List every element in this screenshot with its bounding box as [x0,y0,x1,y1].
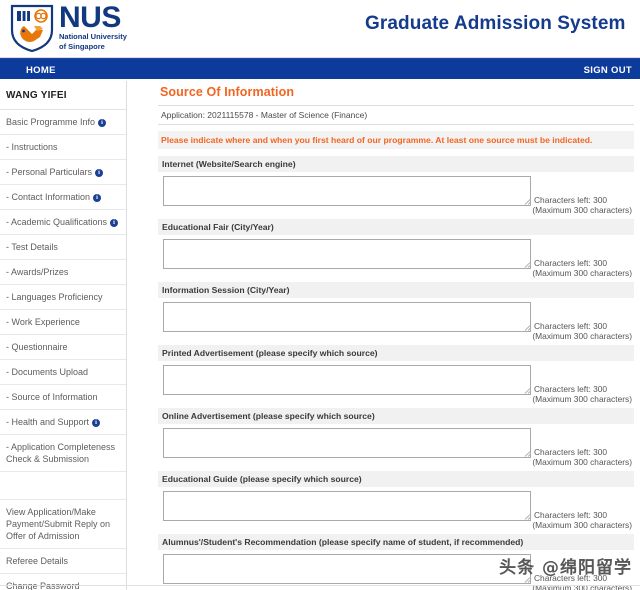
characters-left-label: Characters left: 300 [534,321,608,331]
sidebar-item-contact-information[interactable]: - Contact Information i [0,185,126,210]
sidebar-item-awards-prizes[interactable]: - Awards/Prizes [0,260,126,285]
sidebar-item-label: - Personal Particulars [6,167,93,177]
field-row: Characters left: 300 (Maximum 300 charact… [158,298,634,341]
characters-left-label: Characters left: 300 [534,258,608,268]
sidebar-item-label: - Documents Upload [6,367,89,377]
banner-title: Graduate Admission System [365,13,626,34]
bottom-divider [0,585,640,586]
nus-logo[interactable]: NUS National University of Singapore [10,0,127,52]
characters-left-label: Characters left: 300 [534,447,608,457]
info-icon[interactable]: i [110,219,119,227]
page-root: NUS National University of Singapore Gra… [0,0,640,590]
textarea-information-session[interactable] [163,302,531,332]
sidebar-item-label: - Awards/Prizes [6,267,69,277]
sidebar-item-instructions[interactable]: - Instructions [0,135,126,160]
nus-logo-text: NUS National University of Singapore [59,0,127,52]
field-label: Internet (Website/Search engine) [158,156,634,172]
sidebar-item-work-experience[interactable]: - Work Experience [0,310,126,335]
sidebar-item-label: - Academic Qualifications [6,217,108,227]
textarea-alumnus-student-s-recommendation[interactable] [163,554,531,584]
field-internet: Internet (Website/Search engine) Characte… [158,156,634,215]
field-label: Online Advertisement (please specify whi… [158,408,634,424]
sidebar-item-documents-upload[interactable]: - Documents Upload [0,360,126,385]
sidebar-item-label: - Languages Proficiency [6,292,103,302]
sidebar-item-questionnaire[interactable]: - Questionnaire [0,335,126,360]
sidebar-item-languages-proficiency[interactable]: - Languages Proficiency [0,285,126,310]
sidebar-item-source-of-information[interactable]: - Source of Information [0,385,126,410]
sidebar-item-academic-qualifications[interactable]: - Academic Qualifications i [0,210,126,235]
info-icon[interactable]: i [92,419,101,427]
sidebar-item-label: - Questionnaire [6,342,68,352]
textarea-internet[interactable] [163,176,531,206]
textarea-printed-advertisement[interactable] [163,365,531,395]
maximum-characters-label: (Maximum 300 characters) [532,520,632,530]
nav-sign-out-link[interactable]: SIGN OUT [584,65,632,76]
sidebar-item-test-details[interactable]: - Test Details [0,235,126,260]
field-label: Printed Advertisement (please specify wh… [158,345,634,361]
sidebar-item-label: Referee Details [6,556,69,566]
field-online-advertisement: Online Advertisement (please specify whi… [158,408,634,467]
application-line: Application: 2021115578 - Master of Scie… [158,105,634,125]
nus-subtext-line2: of Singapore [59,42,105,51]
textarea-educational-guide[interactable] [163,491,531,521]
field-label: Alumnus'/Student's Recommendation (pleas… [158,534,634,550]
sidebar-item-application-completeness-check-submission[interactable]: - Application Completeness Check & Submi… [0,435,126,472]
info-icon[interactable]: i [98,119,107,127]
sidebar-item-basic-programme-info[interactable]: Basic Programme Info i [0,110,126,135]
nav-home-link[interactable]: HOME [26,65,56,76]
field-row: Characters left: 300 (Maximum 300 charact… [158,487,634,530]
maximum-characters-label: (Maximum 300 characters) [532,205,632,215]
sidebar-item-label: - Health and Support [6,417,90,427]
characters-left-label: Characters left: 300 [534,510,608,520]
field-printed-advertisement: Printed Advertisement (please specify wh… [158,345,634,404]
field-information-session: Information Session (City/Year) Character… [158,282,634,341]
field-row: Characters left: 300 (Maximum 300 charact… [158,172,634,215]
nus-shield-icon [10,4,54,52]
field-educational-guide: Educational Guide (please specify which … [158,471,634,530]
sidebar-item-change-password[interactable]: Change Password [0,574,126,590]
sidebar-spacer [0,472,126,500]
field-row: Characters left: 300 (Maximum 300 charact… [158,235,634,278]
sidebar: WANG YIFEI Basic Programme Info i - Instru… [0,81,127,590]
info-icon[interactable]: i [93,194,102,202]
sidebar-item-personal-particulars[interactable]: - Personal Particulars i [0,160,126,185]
info-icon[interactable]: i [95,169,104,177]
sidebar-item-label: - Source of Information [6,392,98,402]
site-banner: NUS National University of Singapore Gra… [0,0,640,58]
sidebar-nav-list: Basic Programme Info i - Instructions - Per… [0,110,126,590]
main-navbar: HOME SIGN OUT [0,58,640,81]
instruction-warning: Please indicate where and when you first… [158,131,634,149]
nus-wordmark: NUS [59,0,121,34]
sidebar-item-label: Basic Programme Info [6,117,96,127]
sidebar-item-label: - Application Completeness Check & Submi… [6,442,116,464]
source-fields-list: Internet (Website/Search engine) Characte… [158,156,634,590]
sidebar-item-view-application-make-payment-submit-reply-on-offer-of-admission[interactable]: View Application/Make Payment/Submit Rep… [0,500,126,549]
field-label: Information Session (City/Year) [158,282,634,298]
sidebar-item-referee-details[interactable]: Referee Details [0,549,126,574]
textarea-educational-fair[interactable] [163,239,531,269]
textarea-online-advertisement[interactable] [163,428,531,458]
sidebar-item-label: - Instructions [6,142,58,152]
nus-subtext-line1: National University [59,31,127,41]
field-label: Educational Fair (City/Year) [158,219,634,235]
characters-left-label: Characters left: 300 [534,195,608,205]
maximum-characters-label: (Maximum 300 characters) [532,268,632,278]
sidebar-item-label: - Work Experience [6,317,80,327]
field-educational-fair: Educational Fair (City/Year) Characters l… [158,219,634,278]
field-row: Characters left: 300 (Maximum 300 charact… [158,361,634,404]
maximum-characters-label: (Maximum 300 characters) [532,394,632,404]
sidebar-item-label: - Contact Information [6,192,91,202]
maximum-characters-label: (Maximum 300 characters) [532,331,632,341]
characters-left-label: Characters left: 300 [534,384,608,394]
field-row: Characters left: 300 (Maximum 300 charact… [158,424,634,467]
main-panel: Source Of Information Application: 20211… [158,81,634,590]
watermark-text: 头条 @绵阳留学 [499,558,632,578]
sidebar-item-label: View Application/Make Payment/Submit Rep… [6,507,111,541]
sidebar-user-name: WANG YIFEI [0,81,126,110]
page-title: Source Of Information [160,85,295,99]
maximum-characters-label: (Maximum 300 characters) [532,457,632,467]
sidebar-item-label: - Test Details [6,242,58,252]
sidebar-item-health-and-support[interactable]: - Health and Support i [0,410,126,435]
field-label: Educational Guide (please specify which … [158,471,634,487]
